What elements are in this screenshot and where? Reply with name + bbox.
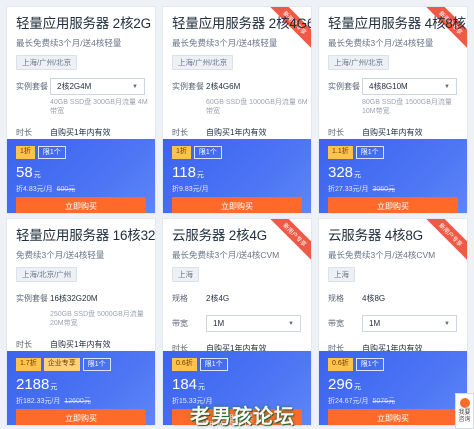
- duration-value: 自购买1年内有效: [362, 128, 423, 137]
- price: 2188元: [16, 376, 58, 393]
- duration-value: 自购买1年内有效: [206, 128, 267, 137]
- chevron-down-icon: ▼: [132, 83, 138, 90]
- consult-widget[interactable]: 我要咨询: [455, 393, 474, 429]
- spec-note: 60GB SSD盘 1000GB月流量 6M带宽: [206, 99, 308, 115]
- card-title: 云服务器 4核8G: [328, 228, 423, 243]
- card-subtitle: 最长免费续3个月/送4核轻量: [16, 38, 122, 48]
- spec-label: 实例套餐: [328, 82, 360, 91]
- product-card-3: 新用户专享 轻量应用服务器 4核8核 最长免费续3个月/送4核轻量 上海/广州/…: [318, 6, 468, 214]
- spec-value: 4核8G: [362, 294, 386, 303]
- price: 328元: [328, 164, 362, 181]
- spec-note: 40GB SSD盘 300GB月流量 4M带宽: [50, 99, 148, 115]
- duration-label: 时长: [16, 340, 32, 349]
- card-subtitle: 最长免费续3个月/送4核CVM: [328, 250, 436, 260]
- original-price: 5076元: [372, 398, 396, 405]
- duration-value: 自购买1年内有效: [50, 128, 111, 137]
- discount-tag: 1折: [16, 146, 35, 159]
- chevron-down-icon: ▼: [288, 320, 294, 327]
- product-card-4: 轻量应用服务器 16核32G 免费续3个月/送4核轻量 上海/北京/广州 实例套…: [6, 218, 156, 426]
- discount-tag: 1.7折: [16, 358, 41, 371]
- region-tag: 上海: [172, 267, 199, 282]
- product-card-5: 新用户专享 云服务器 2核4G 最长免费续3个月/送4核CVM 上海 规格 2核…: [162, 218, 312, 426]
- bandwidth-select[interactable]: 1M ▼: [362, 315, 457, 332]
- card-subtitle: 最长免费续3个月/送4核轻量: [172, 38, 278, 48]
- price: 118元: [172, 164, 204, 181]
- limit-tag: 限1个: [82, 358, 111, 371]
- bandwidth-select[interactable]: 1M ▼: [206, 315, 301, 332]
- site-watermark-url: LSPW.NET: [196, 421, 251, 427]
- card-title: 轻量应用服务器 16核32G: [16, 228, 156, 243]
- monthly-price: 折182.33元/月 12600元: [16, 398, 91, 405]
- spec-value: 2核4G: [206, 294, 230, 303]
- duration-label: 时长: [172, 128, 188, 137]
- buy-button[interactable]: 立即购买: [328, 197, 458, 213]
- card-title: 轻量应用服务器 2核4G6M: [172, 16, 312, 31]
- discount-tag: 1.1折: [328, 146, 353, 159]
- price: 296元: [328, 376, 362, 393]
- spec-label: 规格: [172, 294, 188, 303]
- region-tag: 上海/广州/北京: [328, 55, 390, 70]
- spec-label: 实例套餐: [172, 82, 204, 91]
- monthly-price: 折24.67元/月 5076元: [328, 398, 396, 405]
- bandwidth-label: 带宽: [172, 319, 188, 328]
- monthly-price: 折27.33元/月 3060元: [328, 186, 396, 193]
- buy-button[interactable]: 立即购买: [16, 197, 146, 213]
- spec-label: 实例套餐: [16, 294, 48, 303]
- chat-icon: [459, 398, 470, 408]
- duration-value: 自购买1年内有效: [50, 340, 111, 349]
- chevron-down-icon: ▼: [444, 83, 450, 90]
- card-subtitle: 免费续3个月/送4核轻量: [16, 250, 105, 260]
- product-card-6: 新用户专享 云服务器 4核8G 最长免费续3个月/送4核CVM 上海 规格 4核…: [318, 218, 468, 426]
- product-card-1: 轻量应用服务器 2核2G 最长免费续3个月/送4核轻量 上海/广州/北京 实例套…: [6, 6, 156, 214]
- enterprise-tag: 企业专享: [43, 358, 80, 371]
- region-tag: 上海/广州/北京: [172, 55, 234, 70]
- monthly-price: 折9.83元/月: [172, 186, 209, 193]
- monthly-price: 折4.83元/月 600元: [16, 186, 76, 193]
- original-price: 600元: [56, 186, 76, 193]
- chevron-down-icon: ▼: [444, 320, 450, 327]
- limit-tag: 限1个: [37, 146, 66, 159]
- buy-button[interactable]: 立即购买: [16, 409, 146, 425]
- card-title: 轻量应用服务器 2核2G: [16, 16, 151, 31]
- region-tag: 上海/北京/广州: [16, 267, 78, 282]
- discount-tag: 1折: [172, 146, 191, 159]
- spec-note: 80GB SSD盘 1500GB月流量 10M带宽: [362, 99, 452, 115]
- card-title: 云服务器 2核4G: [172, 228, 267, 243]
- original-price: 12600元: [64, 398, 91, 405]
- region-tag: 上海: [328, 267, 355, 282]
- card-subtitle: 最长免费续3个月/送4核轻量: [328, 38, 434, 48]
- limit-tag: 限1个: [355, 358, 384, 371]
- spec-note: 250GB SSD盘 5000GB月流量 20M带宽: [50, 311, 144, 327]
- spec-select[interactable]: 4核8G10M ▼: [362, 78, 457, 95]
- discount-tag: 0.6折: [172, 358, 197, 371]
- product-card-2: 新用户专享 轻量应用服务器 2核4G6M 最长免费续3个月/送4核轻量 上海/广…: [162, 6, 312, 214]
- spec-value: 2核4G6M: [206, 82, 241, 91]
- duration-label: 时长: [16, 128, 32, 137]
- buy-button[interactable]: 立即购买: [172, 197, 302, 213]
- limit-tag: 限1个: [199, 358, 228, 371]
- discount-tag: 0.6折: [328, 358, 353, 371]
- bandwidth-label: 带宽: [328, 319, 344, 328]
- region-tag: 上海/广州/北京: [16, 55, 78, 70]
- limit-tag: 限1个: [355, 146, 384, 159]
- spec-select[interactable]: 2核2G4M ▼: [50, 78, 145, 95]
- original-price: 3060元: [372, 186, 396, 193]
- card-title: 轻量应用服务器 4核8核: [328, 16, 466, 31]
- price: 58元: [16, 164, 41, 181]
- duration-label: 时长: [328, 128, 344, 137]
- buy-button[interactable]: 立即购买: [328, 409, 458, 425]
- spec-value: 16核32G20M: [50, 294, 98, 303]
- spec-label: 实例套餐: [16, 82, 48, 91]
- price: 184元: [172, 376, 206, 393]
- spec-label: 规格: [328, 294, 344, 303]
- consult-label: 我要咨询: [458, 410, 471, 423]
- card-subtitle: 最长免费续3个月/送4核CVM: [172, 250, 280, 260]
- limit-tag: 限1个: [193, 146, 222, 159]
